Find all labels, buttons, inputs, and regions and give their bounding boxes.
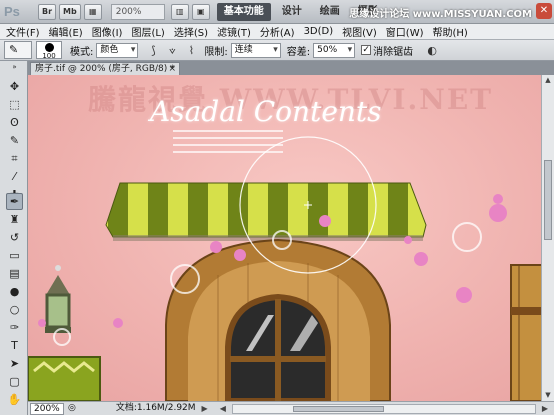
workspace-painting[interactable]: 绘画	[313, 3, 347, 21]
collapse-toolbox-icon[interactable]: »	[6, 63, 23, 71]
zoom-level-dropdown[interactable]: 200%	[110, 3, 165, 20]
sampling-once-icon[interactable]: ⟇	[163, 43, 181, 58]
status-zoom-icon[interactable]: ◎	[68, 402, 76, 415]
mini-bridge-button[interactable]: Mb	[59, 3, 81, 20]
brush-size-label: 100	[42, 52, 56, 60]
wooden-door	[510, 264, 541, 401]
limit-select[interactable]: 连续	[230, 42, 281, 58]
menu-window[interactable]: 窗口(W)	[386, 24, 424, 39]
scroll-left-icon[interactable]: ◀	[220, 402, 226, 415]
shape-tool-icon[interactable]: ▢	[6, 373, 23, 390]
horizontal-scroll-thumb[interactable]	[293, 405, 384, 412]
menu-bar: 文件(F) 编辑(E) 图像(I) 图层(L) 选择(S) 滤镜(T) 分析(A…	[0, 24, 554, 40]
canvas-artwork	[28, 136, 541, 401]
vertical-scrollbar[interactable]: ▲ ▼	[541, 75, 554, 401]
eraser-tool-icon[interactable]: ▭	[6, 247, 23, 264]
sampling-continuous-icon[interactable]: ⟆	[144, 43, 162, 58]
color-replacement-tool-icon[interactable]: ✒	[6, 193, 23, 210]
menu-edit[interactable]: 编辑(E)	[49, 24, 83, 39]
close-tab-icon[interactable]: ×	[168, 63, 176, 75]
brush-preset-picker[interactable]: 100	[36, 41, 62, 60]
tolerance-label: 容差:	[286, 46, 311, 58]
document-tab-bar: 房子.tif @ 200% (房子, RGB/8) * ×	[28, 61, 554, 75]
menu-filter[interactable]: 滤镜(T)	[217, 24, 251, 39]
photoshop-logo: Ps	[4, 4, 20, 19]
workspace-essentials[interactable]: 基本功能	[216, 2, 271, 21]
antialias-label: 消除锯齿	[373, 46, 414, 58]
street-lamp	[45, 265, 71, 333]
pen-tool-icon[interactable]: ✑	[6, 319, 23, 336]
limit-label: 限制:	[204, 46, 228, 58]
status-zoom-field[interactable]: 200%	[30, 402, 64, 415]
dodge-tool-icon[interactable]: ○	[6, 301, 23, 318]
document-tab[interactable]: 房子.tif @ 200% (房子, RGB/8) * ×	[30, 62, 180, 75]
history-brush-tool-icon[interactable]: ↺	[6, 229, 23, 246]
scroll-up-icon[interactable]: ▲	[542, 75, 554, 86]
scroll-right-icon[interactable]: ▶	[542, 402, 548, 415]
document-tab-title: 房子.tif @ 200% (房子, RGB/8) *	[35, 64, 175, 74]
menu-select[interactable]: 选择(S)	[174, 24, 208, 39]
tolerance-input[interactable]: 50%	[313, 42, 356, 58]
eyedropper-tool-icon[interactable]: ⁄	[6, 168, 23, 185]
mode-select[interactable]: 颜色	[96, 42, 139, 58]
document-size-info: 文档:1.16M/2.92M	[115, 403, 196, 413]
horizontal-scrollbar[interactable]	[231, 403, 536, 414]
status-bar: 200% ◎ 文档:1.16M/2.92M ▶ ◀ ▶	[28, 401, 554, 415]
type-tool-icon[interactable]: T	[6, 337, 23, 354]
menu-layer[interactable]: 图层(L)	[131, 24, 164, 39]
application-bar: Ps Br Mb ▦ 200% ▥ ▣ 基本功能 设计 绘画 摄影 思缘设计论坛…	[0, 0, 554, 24]
tablet-pressure-icon[interactable]: ◐	[423, 43, 441, 58]
clone-stamp-tool-icon[interactable]: ♜	[6, 211, 23, 228]
lasso-tool-icon[interactable]: ʘ	[6, 114, 23, 131]
arrange-documents-button[interactable]: ▥	[170, 3, 189, 20]
path-select-tool-icon[interactable]: ➤	[6, 355, 23, 372]
close-window-button[interactable]: ✕	[536, 3, 552, 19]
brush-tip-icon	[44, 43, 54, 52]
crop-tool-icon[interactable]: ⌗	[6, 150, 23, 167]
options-bar: ✎ 100 模式: 颜色 ⟆ ⟇ ⌇ 限制: 连续 容差: 50% ✓ 消除锯齿…	[0, 40, 554, 61]
document-canvas[interactable]: 騰龍視覺 WWW.TLVI.NET Asadal Contents	[28, 75, 541, 401]
menu-help[interactable]: 帮助(H)	[433, 24, 468, 39]
menu-view[interactable]: 视图(V)	[342, 24, 377, 39]
gradient-tool-icon[interactable]: ▤	[6, 265, 23, 282]
tool-preset-picker[interactable]: ✎	[4, 41, 32, 59]
menu-3d[interactable]: 3D(D)	[304, 26, 334, 37]
menu-file[interactable]: 文件(F)	[6, 24, 40, 39]
toolbox: » ✥ ⬚ ʘ ✎ ⌗ ⁄ ✚ ✒ ♜ ↺ ▭ ▤ ● ○ ✑ T ➤ ▢ ✋	[0, 61, 28, 415]
antialias-checkbox[interactable]: ✓	[361, 45, 372, 55]
workspace-design[interactable]: 设计	[275, 3, 309, 21]
vertical-scroll-thumb[interactable]	[544, 160, 552, 240]
menu-analysis[interactable]: 分析(A)	[260, 24, 295, 39]
awning	[105, 182, 427, 238]
scroll-down-icon[interactable]: ▼	[542, 390, 554, 401]
color-replacement-icon: ✎	[9, 43, 19, 56]
screen-mode-button[interactable]: ▣	[191, 3, 210, 20]
mode-label: 模式:	[70, 46, 94, 58]
move-tool-icon[interactable]: ✥	[6, 78, 23, 95]
site-watermark: 思缘设计论坛 www.MISSYUAN.COM	[349, 9, 532, 20]
status-menu-arrow-icon[interactable]: ▶	[202, 402, 208, 415]
quick-select-tool-icon[interactable]: ✎	[6, 132, 23, 149]
hand-tool-icon[interactable]: ✋	[6, 391, 23, 408]
bridge-button[interactable]: Br	[38, 3, 57, 20]
blur-tool-icon[interactable]: ●	[6, 283, 23, 300]
marquee-tool-icon[interactable]: ⬚	[6, 96, 23, 113]
menu-image[interactable]: 图像(I)	[92, 24, 123, 39]
view-extras-button[interactable]: ▦	[83, 3, 102, 20]
sampling-background-icon[interactable]: ⌇	[182, 43, 200, 58]
